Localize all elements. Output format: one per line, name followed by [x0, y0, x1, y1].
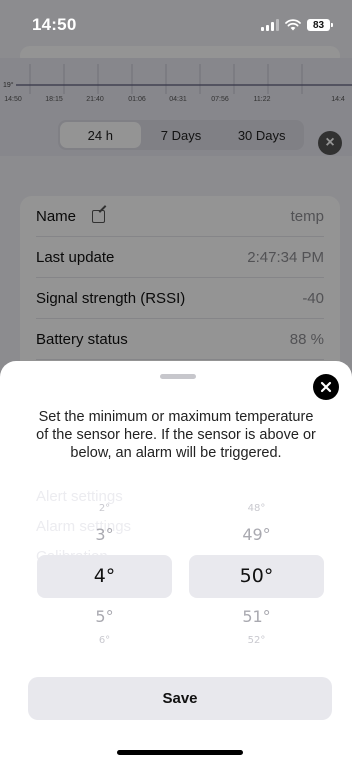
alarm-threshold-sheet: Set the minimum or maximum temperature o…	[0, 361, 352, 761]
picker-selected-option[interactable]: 4°	[37, 565, 172, 587]
picker-option[interactable]: 49°	[189, 525, 324, 544]
min-temperature-picker[interactable]: 2° 3° 4° 5° 6°	[37, 495, 172, 655]
wifi-icon	[285, 19, 301, 31]
close-icon	[320, 381, 332, 393]
battery-icon: 83	[307, 19, 333, 31]
picker-option[interactable]: 6°	[37, 635, 172, 646]
status-time: 14:50	[32, 15, 77, 34]
picker-option[interactable]: 2°	[37, 503, 172, 514]
save-button[interactable]: Save	[28, 677, 332, 720]
status-bar: 14:50 83	[0, 0, 352, 50]
picker-option[interactable]: 5°	[37, 607, 172, 626]
picker-option[interactable]: 51°	[189, 607, 324, 626]
picker-option[interactable]: 3°	[37, 525, 172, 544]
cellular-signal-icon	[261, 19, 279, 31]
close-sheet-button[interactable]	[313, 374, 339, 400]
picker-option[interactable]: 48°	[189, 503, 324, 514]
sheet-description: Set the minimum or maximum temperature o…	[36, 409, 316, 461]
picker-option[interactable]: 52°	[189, 635, 324, 646]
max-temperature-picker[interactable]: 48° 49° 50° 51° 52°	[189, 495, 324, 655]
home-indicator	[117, 750, 243, 755]
sheet-grabber[interactable]	[160, 374, 196, 379]
picker-selected-option[interactable]: 50°	[189, 565, 324, 587]
